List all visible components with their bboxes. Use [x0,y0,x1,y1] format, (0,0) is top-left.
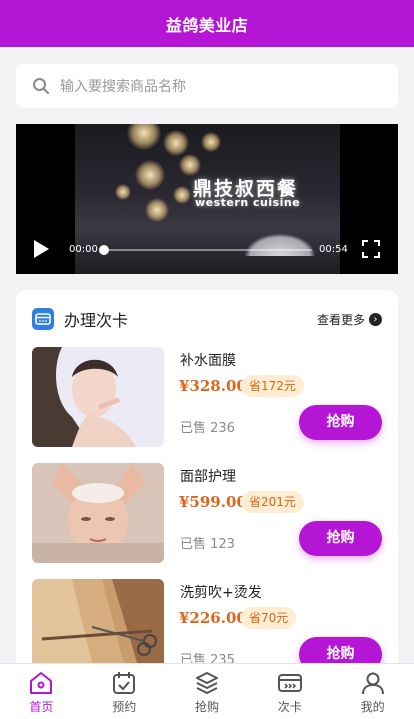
video-progress-bar[interactable] [99,245,312,255]
tab-flash-sale[interactable]: 抢购 [166,664,249,719]
layers-icon [195,672,218,694]
video-frame: 鼎技叔西餐 western cuisine [75,124,340,274]
product-item[interactable]: 洗剪吹+烫发 ¥226.00 省70元 已售 235 抢购 [32,579,382,670]
video-total-time: 00:54 [319,244,348,255]
savings-badge: 省172元 [241,375,304,397]
tab-label: 首页 [29,700,54,714]
product-name: 补水面膜 [180,353,236,369]
card-section: 办理次卡 查看更多 › 补水面膜 ¥328.00 省172元 已售 236 抢购 [16,290,398,670]
bokeh-light [115,184,131,200]
product-price: ¥226.00 [179,609,247,627]
buy-button[interactable]: 抢购 [299,405,382,440]
umbrella-shape [245,234,315,256]
bokeh-light [173,186,191,204]
tab-profile[interactable]: 我的 [331,664,414,719]
bokeh-light [179,154,201,176]
search-bar[interactable]: 输入要搜索商品名称 [16,64,398,108]
calendar-check-icon [113,672,136,694]
view-more-label[interactable]: 查看更多 [317,311,365,328]
product-name: 面部护理 [180,469,236,485]
app-header: 益鸽美业店 [0,0,414,47]
product-image-haircut[interactable] [32,579,164,670]
product-image-face-mask[interactable] [32,347,164,447]
product-image-facial-care[interactable] [32,463,164,563]
card-icon [32,308,54,330]
product-item[interactable]: 补水面膜 ¥328.00 省172元 已售 236 抢购 [32,347,382,447]
tab-card[interactable]: 次卡 [248,664,331,719]
tab-home[interactable]: 首页 [0,664,83,719]
video-sign-english: western cuisine [195,196,301,209]
video-current-time: 00:00 [69,244,98,255]
video-progress-knob[interactable] [99,245,109,255]
card-icon [277,674,302,692]
section-title: 办理次卡 [64,311,129,330]
tab-booking[interactable]: 预约 [83,664,166,719]
section-header: 办理次卡 查看更多 › [32,308,382,330]
search-icon [33,78,49,94]
bokeh-light [135,160,165,190]
search-input[interactable]: 输入要搜索商品名称 [60,76,186,96]
tab-label: 我的 [360,700,385,714]
bokeh-light [163,130,189,156]
sold-count: 已售 123 [180,537,235,552]
product-price: ¥599.00 [179,493,247,511]
tab-label: 抢购 [194,700,219,714]
play-icon[interactable] [34,240,49,258]
tab-label: 预约 [112,700,137,714]
page-title: 益鸽美业店 [165,15,249,35]
home-icon [30,672,53,694]
sold-count: 已售 236 [180,421,235,436]
fullscreen-icon[interactable] [362,240,380,258]
savings-badge: 省201元 [241,491,304,513]
video-player[interactable]: 鼎技叔西餐 western cuisine 00:00 00:54 [16,124,398,274]
product-price: ¥328.00 [179,377,247,395]
tab-label: 次卡 [277,700,302,714]
product-name: 洗剪吹+烫发 [180,585,262,601]
bokeh-light [145,198,169,222]
chevron-right-icon[interactable]: › [369,312,382,326]
savings-badge: 省70元 [241,607,297,629]
bottom-tab-bar: 首页 预约 抢购 次卡 我的 [0,663,414,719]
bokeh-light [127,124,161,150]
buy-button[interactable]: 抢购 [299,521,382,556]
view-more-link[interactable]: 查看更多 › [317,311,382,328]
user-icon [361,672,384,695]
product-item[interactable]: 面部护理 ¥599.00 省201元 已售 123 抢购 [32,463,382,563]
bokeh-light [201,132,221,152]
